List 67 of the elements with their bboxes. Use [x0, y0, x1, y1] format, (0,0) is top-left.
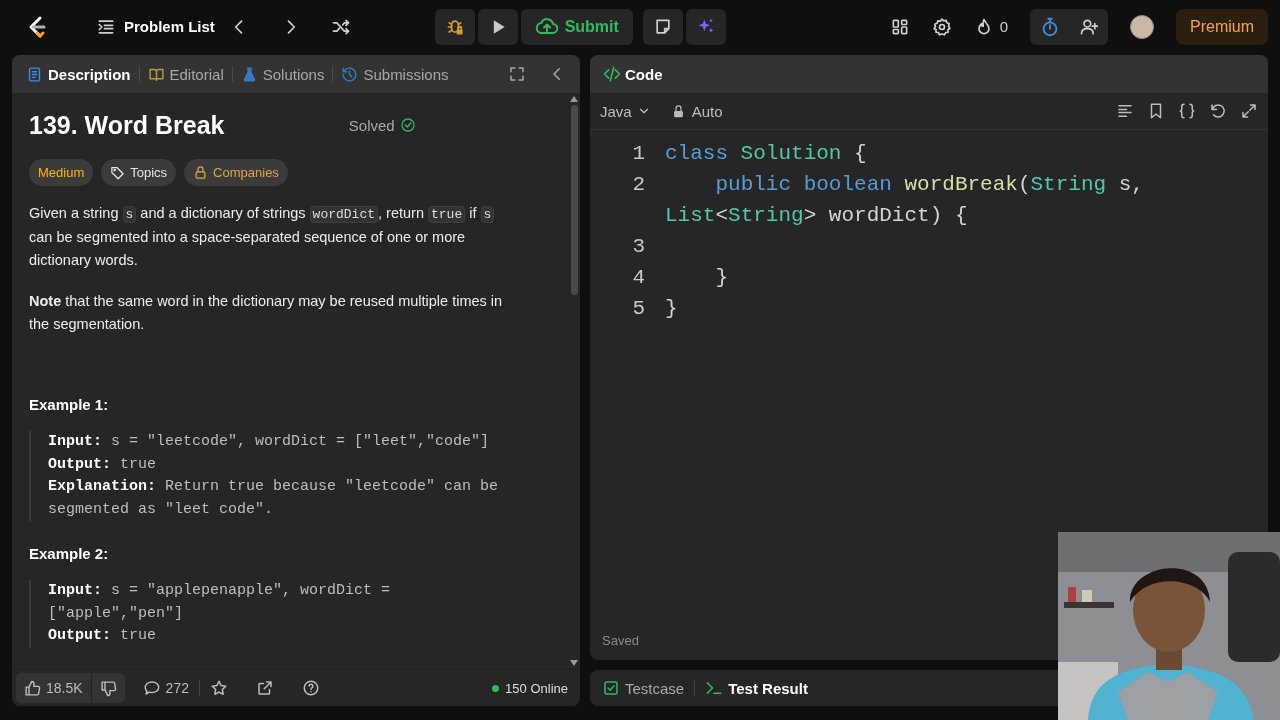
tab[interactable]: Editorial — [147, 65, 224, 83]
terminal-icon — [705, 679, 724, 697]
thumbs-down-icon — [99, 679, 117, 697]
example-line: Explanation: Return true because "leetcode" can be segmented as "leet code". — [48, 477, 500, 520]
online-dot — [492, 684, 500, 692]
solved-status: Solved — [348, 116, 395, 134]
line-number: 4 — [631, 265, 645, 291]
scrollbar-thumb[interactable] — [570, 105, 578, 295]
code-line: } — [665, 296, 679, 322]
history-icon — [341, 65, 359, 83]
ai-button[interactable] — [685, 8, 726, 45]
document-icon — [26, 65, 43, 83]
debug-button[interactable] — [434, 8, 475, 45]
problem-title: 139. Word Break — [29, 110, 225, 140]
mode-label: Auto — [691, 102, 723, 120]
premium-button[interactable]: Premium — [1176, 8, 1268, 45]
example-heading: Example 1: — [29, 396, 110, 413]
tab[interactable]: Submissions — [341, 65, 449, 83]
code-line: class Solution { — [665, 141, 868, 167]
tab[interactable]: Test Result — [705, 679, 808, 697]
notes-button[interactable] — [642, 8, 683, 45]
scroll-down-icon[interactable] — [569, 659, 579, 667]
line-number: 1 — [631, 141, 645, 167]
tab[interactable]: Testcase — [602, 679, 685, 697]
problem-list-link[interactable]: Problem List — [124, 18, 215, 35]
checkbox-icon — [602, 679, 620, 697]
avatar[interactable] — [1130, 14, 1154, 39]
line-number: 5 — [631, 296, 645, 322]
share-icon[interactable] — [255, 679, 274, 697]
check-circle-icon — [399, 117, 416, 133]
line-number: 2 — [631, 172, 645, 198]
problem-paragraph: Given a string s and a dictionary of strings wordDict , return true if s can be segmented into a space-separated sequence of one or more dictionary words. — [29, 202, 514, 272]
tag-icon — [110, 165, 126, 180]
problem-paragraph: Note that the same word in the dictionary may be reused multiple times in the segmentation. — [29, 292, 504, 334]
lock-icon — [193, 165, 209, 180]
streak-count: 0 — [999, 18, 1008, 35]
submit-button[interactable]: Submit — [520, 8, 633, 45]
tab[interactable]: Description — [26, 65, 131, 83]
topics-tag[interactable]: Topics — [101, 159, 177, 186]
comments-button[interactable]: 272 — [142, 679, 189, 697]
expand-icon[interactable] — [1240, 102, 1258, 120]
reset-icon[interactable] — [1209, 102, 1227, 120]
braces-icon[interactable] — [1178, 102, 1196, 120]
panel-title: Code — [625, 65, 663, 83]
thumbs-up-icon — [24, 679, 41, 697]
example-line: Output: true — [48, 626, 158, 646]
code-icon — [602, 64, 622, 84]
help-icon[interactable] — [301, 679, 320, 697]
tab[interactable]: Solutions — [240, 65, 325, 83]
run-button[interactable] — [477, 8, 518, 45]
code-line: public boolean wordBreak(String s, List<String> wordDict) { — [665, 172, 1145, 229]
format-icon[interactable] — [1116, 102, 1134, 120]
scroll-up-icon[interactable] — [569, 95, 579, 103]
online-count: 150 Online — [505, 680, 568, 696]
save-status: Saved — [601, 633, 640, 650]
fullscreen-icon[interactable] — [508, 65, 526, 83]
code-line: } — [714, 265, 730, 291]
example-heading: Example 2: — [29, 545, 110, 562]
comment-icon — [142, 679, 161, 697]
example-line: Input: s = "leetcode", wordDict = ["leet","code"] — [48, 432, 491, 452]
language-select[interactable]: Java — [600, 102, 651, 120]
companies-tag[interactable]: Companies — [184, 159, 288, 186]
settings-icon[interactable] — [931, 16, 952, 37]
example-line: Output: true — [48, 454, 158, 475]
line-number: 3 — [631, 234, 645, 260]
difficulty-label: Medium — [29, 159, 94, 186]
star-icon[interactable] — [209, 679, 228, 697]
